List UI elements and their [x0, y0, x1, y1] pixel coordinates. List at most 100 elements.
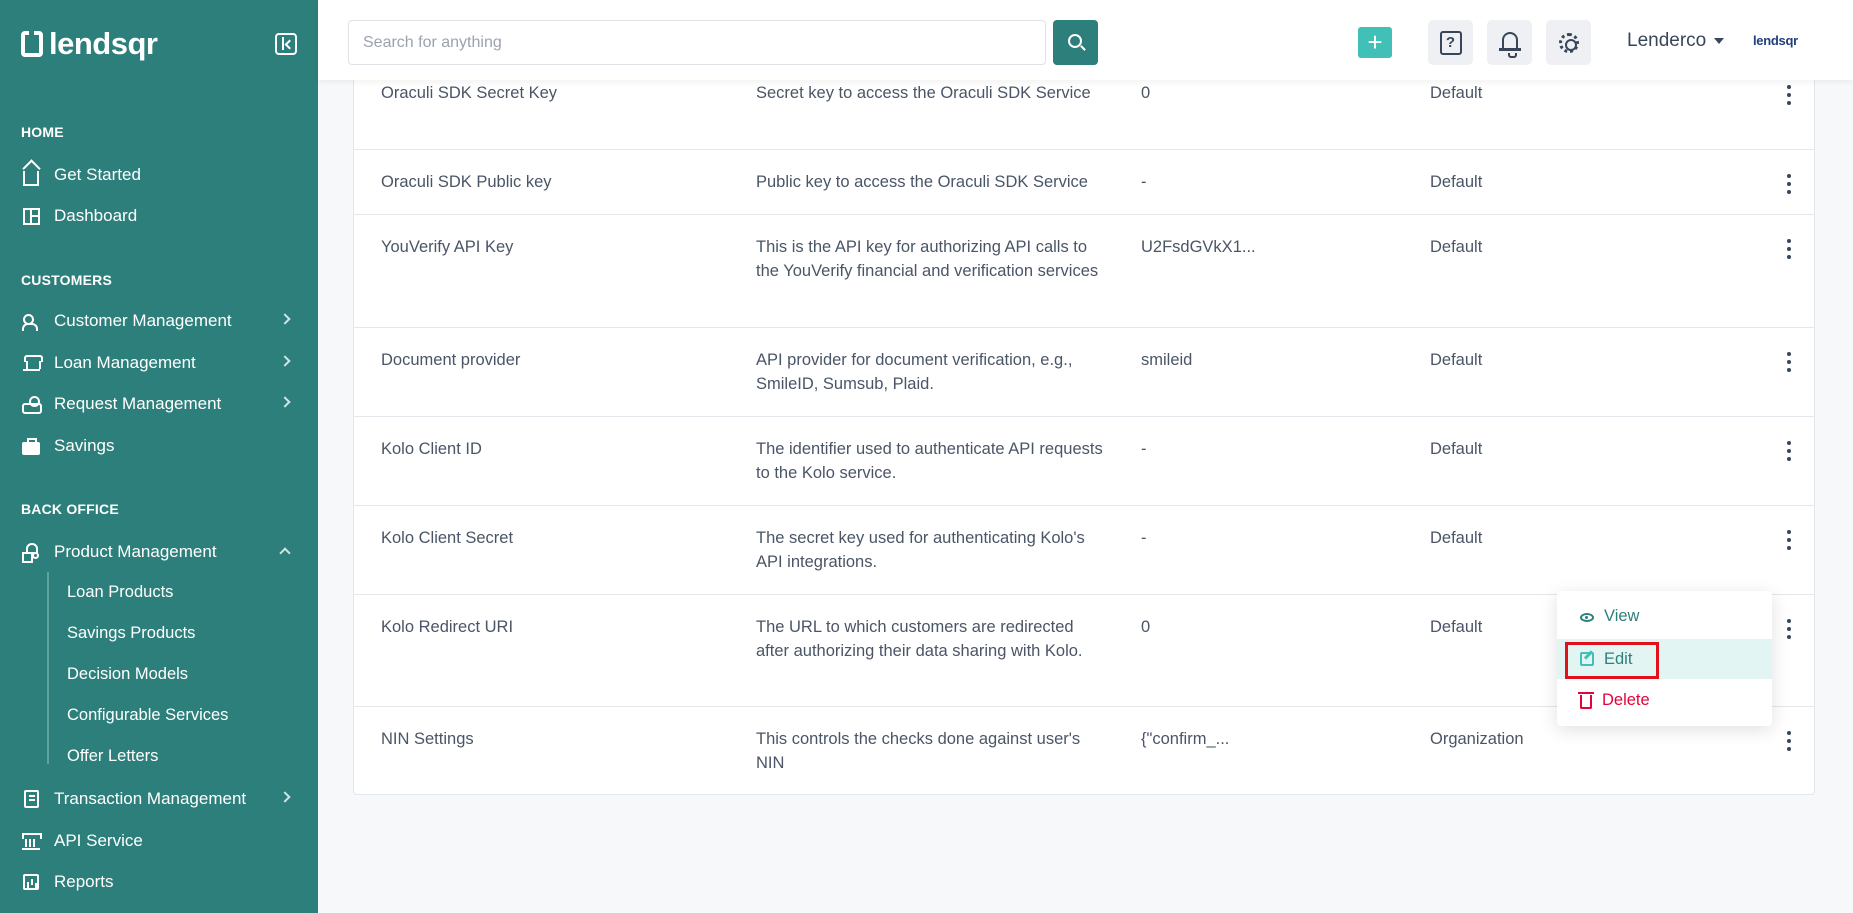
- menu-item-view[interactable]: View: [1557, 596, 1772, 636]
- shapes-icon: [21, 543, 41, 563]
- setting-name: Kolo Client Secret: [381, 529, 514, 547]
- sidebar-item-label: Product Management: [54, 542, 217, 561]
- users-icon: [21, 312, 41, 331]
- setting-scope: Default: [1430, 238, 1483, 256]
- sidebar-item-reports[interactable]: Reports: [21, 867, 301, 897]
- menu-item-label: Delete: [1602, 690, 1650, 709]
- setting-name: Kolo Client ID: [381, 440, 482, 458]
- row-actions-menu: View Edit Delete: [1557, 591, 1772, 726]
- sidebar-collapse-icon[interactable]: [275, 33, 297, 55]
- top-header: + ? Lenderco lendsqr: [318, 0, 1853, 80]
- sidebar-item-transaction-management[interactable]: Transaction Management: [21, 784, 301, 814]
- setting-scope: Default: [1430, 618, 1483, 636]
- setting-description: The identifier used to authenticate API …: [756, 440, 1103, 482]
- help-button[interactable]: ?: [1428, 20, 1473, 65]
- setting-value: U2FsdGVkX1...: [1141, 238, 1256, 256]
- row-actions-icon[interactable]: [1781, 239, 1797, 259]
- setting-value: 0: [1141, 618, 1151, 636]
- chevron-right-icon: [279, 355, 291, 367]
- notifications-button[interactable]: [1487, 20, 1532, 65]
- section-customers: CUSTOMERS: [21, 272, 112, 288]
- setting-name: Kolo Redirect URI: [381, 618, 514, 636]
- sidebar-item-product-management[interactable]: Product Management: [21, 537, 301, 567]
- setting-value: 0: [1141, 84, 1151, 102]
- bank-icon: [21, 354, 43, 372]
- setting-value: -: [1141, 529, 1147, 547]
- sidebar-item-get-started[interactable]: Get Started: [21, 160, 301, 190]
- trash-icon: [1578, 692, 1594, 709]
- table-row: Kolo Client ID The identifier used to au…: [354, 417, 1814, 506]
- dashboard-icon: [21, 207, 41, 225]
- menu-item-label: Edit: [1604, 649, 1633, 668]
- logo-icon: [21, 31, 43, 57]
- row-actions-icon[interactable]: [1781, 85, 1797, 105]
- sidebar-item-label: Customer Management: [54, 311, 232, 330]
- search-input[interactable]: [348, 20, 1046, 65]
- setting-description: The secret key used for authenticating K…: [756, 529, 1085, 571]
- caret-down-icon: [1714, 38, 1725, 44]
- report-icon: [21, 873, 41, 891]
- setting-scope: Default: [1430, 351, 1483, 369]
- setting-name: NIN Settings: [381, 730, 474, 748]
- sidebar-subitem-decision-models[interactable]: Decision Models: [67, 665, 188, 684]
- chevron-right-icon: [279, 791, 291, 803]
- sidebar-item-label: Savings: [54, 436, 115, 455]
- setting-scope: Organization: [1430, 730, 1524, 748]
- search-button[interactable]: [1053, 20, 1098, 65]
- briefcase-icon: [21, 437, 41, 455]
- menu-item-delete[interactable]: Delete: [1557, 680, 1772, 720]
- section-home: HOME: [21, 124, 64, 140]
- help-icon: ?: [1439, 30, 1462, 55]
- row-actions-icon[interactable]: [1781, 174, 1797, 194]
- table-row: Kolo Client Secret The secret key used f…: [354, 506, 1814, 595]
- row-actions-icon[interactable]: [1781, 530, 1797, 550]
- setting-scope: Default: [1430, 440, 1483, 458]
- setting-description: This controls the checks done against us…: [756, 730, 1081, 772]
- bell-icon: [1498, 32, 1521, 58]
- setting-description: The URL to which customers are redirecte…: [756, 618, 1083, 660]
- sidebar-subitem-savings-products[interactable]: Savings Products: [67, 624, 195, 643]
- section-back-office: BACK OFFICE: [21, 501, 119, 517]
- sidebar-item-label: Get Started: [54, 165, 141, 184]
- user-name: Lenderco: [1627, 30, 1707, 51]
- row-actions-icon[interactable]: [1781, 441, 1797, 461]
- setting-value: -: [1141, 440, 1147, 458]
- setting-value: smileid: [1141, 351, 1193, 369]
- brand-logo[interactable]: lendsqr: [21, 26, 158, 62]
- setting-value: {"confirm_...: [1141, 730, 1230, 748]
- sidebar-subitem-configurable-services[interactable]: Configurable Services: [67, 706, 228, 725]
- sidebar-item-label: API Service: [54, 831, 143, 850]
- sidebar-subitem-loan-products[interactable]: Loan Products: [67, 583, 173, 602]
- sidebar-item-loan-management[interactable]: Loan Management: [21, 348, 301, 378]
- setting-description: Secret key to access the Oraculi SDK Ser…: [756, 84, 1091, 102]
- row-actions-icon[interactable]: [1781, 619, 1797, 639]
- setting-scope: Default: [1430, 173, 1483, 191]
- menu-item-edit[interactable]: Edit: [1557, 639, 1772, 679]
- sidebar-item-label: Loan Management: [54, 353, 196, 372]
- sidebar-item-dashboard[interactable]: Dashboard: [21, 201, 301, 231]
- chevron-right-icon: [279, 396, 291, 408]
- api-bank-icon: [21, 832, 42, 850]
- row-actions-icon[interactable]: [1781, 352, 1797, 372]
- chevron-up-icon: [279, 547, 291, 559]
- sidebar-subitem-offer-letters[interactable]: Offer Letters: [67, 747, 158, 766]
- sidebar-item-api-service[interactable]: API Service: [21, 826, 301, 856]
- setting-description: API provider for document verification, …: [756, 351, 1073, 393]
- settings-button[interactable]: [1546, 20, 1591, 65]
- home-icon: [21, 166, 41, 186]
- gear-icon: [1558, 32, 1579, 53]
- setting-name: YouVerify API Key: [381, 238, 514, 256]
- sidebar-item-savings[interactable]: Savings: [21, 431, 301, 461]
- user-menu[interactable]: Lenderco: [1627, 30, 1725, 52]
- add-button[interactable]: +: [1358, 27, 1392, 58]
- setting-name: Oraculi SDK Public key: [381, 173, 552, 191]
- eye-icon: [1580, 612, 1594, 622]
- setting-scope: Default: [1430, 84, 1483, 102]
- row-actions-icon[interactable]: [1781, 731, 1797, 751]
- org-logo: lendsqr: [1753, 33, 1798, 48]
- setting-value: -: [1141, 173, 1147, 191]
- setting-name: Document provider: [381, 351, 521, 369]
- sidebar-item-customer-management[interactable]: Customer Management: [21, 306, 301, 336]
- sidebar-item-request-management[interactable]: Request Management: [21, 389, 301, 419]
- chevron-right-icon: [279, 313, 291, 325]
